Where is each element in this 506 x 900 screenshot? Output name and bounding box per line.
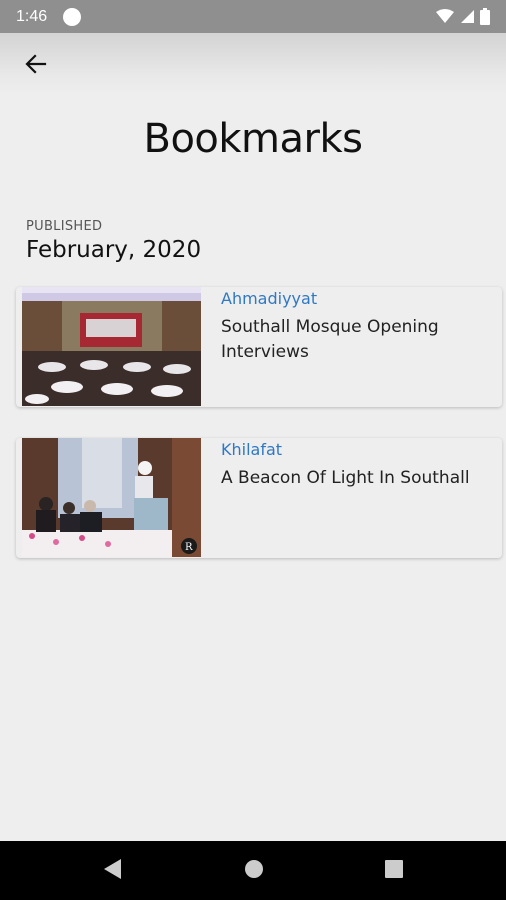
nav-recents-button[interactable]: [383, 857, 405, 885]
bookmark-card[interactable]: R Khilafat A Beacon Of Light In Southall: [16, 438, 502, 558]
notification-dot-icon: [63, 7, 82, 26]
nav-back-button[interactable]: [101, 857, 123, 885]
signal-icon: [461, 10, 474, 23]
svg-text:R: R: [185, 542, 193, 553]
section-date: February, 2020: [26, 237, 202, 263]
app-bar: [0, 33, 506, 95]
system-nav-bar: [0, 841, 506, 900]
bookmark-category[interactable]: Khilafat: [221, 440, 282, 459]
bookmark-category[interactable]: Ahmadiyyat: [221, 289, 317, 308]
triangle-back-icon: [104, 859, 121, 879]
status-time: 1:46: [16, 7, 48, 25]
bookmark-thumbnail: [22, 287, 201, 406]
speaker-at-podium-photo: R: [22, 438, 201, 557]
battery-icon: [480, 8, 490, 25]
nav-home-button[interactable]: [243, 857, 265, 885]
arrow-left-icon: [25, 54, 47, 74]
bookmark-thumbnail: R: [22, 438, 201, 557]
square-recents-icon: [385, 860, 403, 878]
status-bar: 1:46: [0, 0, 506, 33]
section-label: PUBLISHED: [26, 219, 103, 234]
circle-home-icon: [245, 860, 263, 878]
status-icons: [436, 8, 490, 25]
bookmark-title[interactable]: Southall Mosque Opening Interviews: [221, 315, 491, 365]
bookmark-card[interactable]: Ahmadiyyat Southall Mosque Opening Inter…: [16, 287, 502, 407]
wifi-icon: [436, 9, 454, 23]
page-title: Bookmarks: [143, 116, 363, 162]
bookmark-title[interactable]: A Beacon Of Light In Southall: [221, 466, 491, 491]
back-button[interactable]: [16, 46, 56, 82]
mosque-hall-photo: [22, 287, 201, 406]
